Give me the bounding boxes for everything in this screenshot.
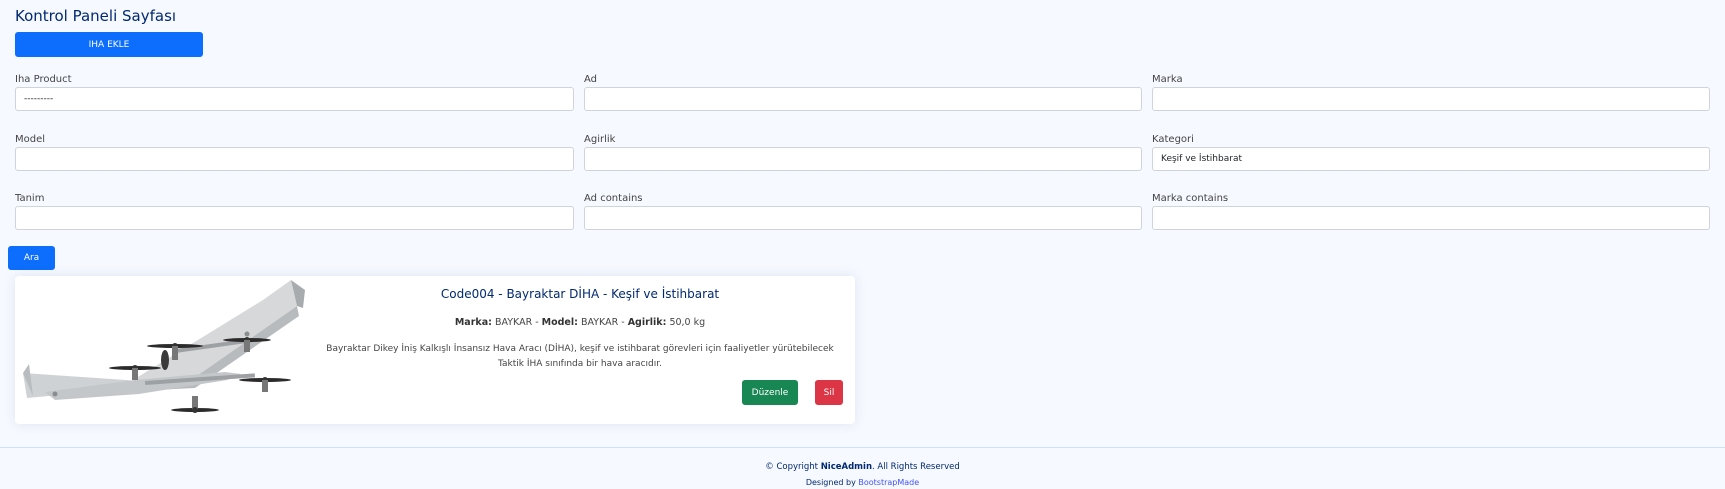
model-label: Model [15,134,46,145]
edit-button[interactable]: Düzenle [742,380,798,405]
weight-label: Agirlik: [627,317,667,328]
brand-value: BAYKAR [494,317,533,328]
brand-label: Marka: [454,317,492,328]
product-card: Code004 - Bayraktar DİHA - Keşif ve İsti… [15,276,855,424]
tanim-label: Tanim [15,193,45,204]
kategori-label: Kategori [1152,134,1194,145]
footer: © Copyright NiceAdmin. All Rights Reserv… [0,447,1725,489]
delete-button[interactable]: Sil [815,380,843,405]
copyright-prefix: © Copyright [765,462,821,472]
weight-value: 50,0 kg [669,317,706,328]
product-meta: Marka: BAYKAR - Model: BAYKAR - Agirlik:… [305,317,855,328]
tanim-input[interactable] [15,206,574,230]
model-meta-label: Model: [541,317,578,328]
copyright-suffix: . All Rights Reserved [872,462,960,472]
meta-separator: - [532,317,542,328]
footer-credit: Designed by BootstrapMade [0,478,1725,487]
iha-product-label: Iha Product [15,74,72,85]
description-line: Taktik İHA sınıfında bir hava aracıdır. [498,359,662,369]
marka-input[interactable] [1152,87,1710,111]
product-title: Code004 - Bayraktar DİHA - Keşif ve İsti… [440,287,720,301]
ad-label: Ad [584,74,598,85]
agirlik-input[interactable] [584,147,1142,171]
kategori-select[interactable]: Keşif ve İstihbarat [1152,147,1710,171]
agirlik-label: Agirlik [584,134,616,145]
footer-brand: NiceAdmin [820,462,873,472]
page-title: Kontrol Paneli Sayfası [15,7,177,25]
marka-contains-label: Marka contains [1152,193,1229,204]
ad-contains-input[interactable] [584,206,1142,230]
search-button[interactable]: Ara [8,246,55,270]
ad-input[interactable] [584,87,1142,111]
meta-separator: - [618,317,628,328]
uav-image [23,280,305,413]
add-uav-button[interactable]: IHA EKLE [15,32,203,57]
designer-link[interactable]: BootstrapMade [858,478,919,487]
model-value: BAYKAR [580,317,619,328]
marka-label: Marka [1152,74,1183,85]
product-description: Bayraktar Dikey İniş Kalkışlı İnsansız H… [325,342,835,372]
designed-by-text: Designed by [805,478,859,487]
marka-contains-input[interactable] [1152,206,1710,230]
model-input[interactable] [15,147,574,171]
footer-copyright: © Copyright NiceAdmin. All Rights Reserv… [0,462,1725,472]
iha-product-select[interactable]: --------- [15,87,574,111]
ad-contains-label: Ad contains [584,193,643,204]
description-line: Bayraktar Dikey İniş Kalkışlı İnsansız H… [326,344,834,354]
